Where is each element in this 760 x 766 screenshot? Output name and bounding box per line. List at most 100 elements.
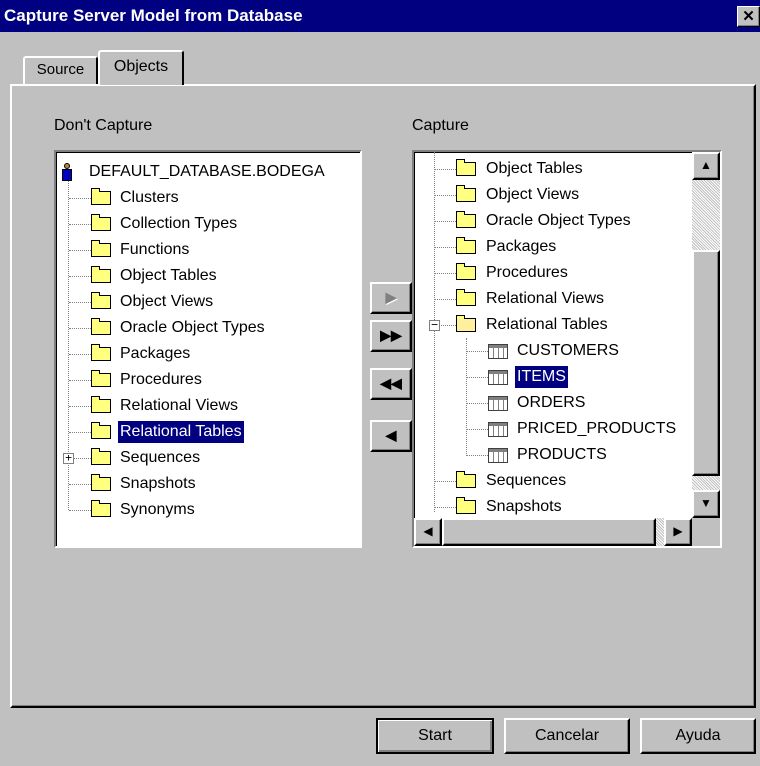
tree-line [434, 195, 456, 196]
left-tree-item-label: Object Views [120, 293, 214, 310]
folder-icon [91, 370, 111, 387]
left-tree-item-label: Collection Types [120, 215, 238, 232]
tab-objects[interactable]: Objects [98, 50, 184, 85]
right-tree-item-label: Packages [486, 238, 557, 255]
right-tree-item-label: Relational Views [486, 290, 604, 307]
capture-horizontal-scrollbar[interactable]: ◀ ▶ [414, 518, 692, 546]
tree-line [69, 484, 91, 485]
tree-line [466, 377, 488, 378]
tree-line [69, 354, 91, 355]
left-tree-item[interactable]: Functions [56, 237, 356, 263]
help-button[interactable]: Ayuda [640, 718, 756, 754]
move-right-button[interactable]: ▶ [370, 282, 412, 314]
collapse-icon[interactable]: − [429, 319, 440, 331]
table-item[interactable]: PRODUCTS [414, 442, 704, 468]
table-item[interactable]: CUSTOMERS [414, 338, 704, 364]
right-tree-item[interactable]: Oracle Object Types [414, 208, 704, 234]
right-tree-item[interactable]: Sequences [414, 468, 704, 494]
right-tree-item[interactable]: Object Tables [414, 156, 704, 182]
scroll-right-button[interactable]: ▶ [664, 518, 692, 546]
up-arrow-icon: ▲ [700, 158, 712, 172]
tree-line [466, 351, 488, 352]
move-all-right-button[interactable]: ▶▶ [370, 320, 412, 352]
cancel-button[interactable]: Cancelar [504, 718, 630, 754]
left-tree-item[interactable]: Procedures [56, 367, 356, 393]
title-bar: Capture Server Model from Database ✕ [0, 0, 760, 32]
close-button[interactable]: ✕ [737, 6, 760, 27]
right-tree-item-label: Relational Tables [486, 316, 608, 333]
folder-icon [91, 422, 111, 439]
open-folder-icon [456, 315, 476, 332]
left-tree-item[interactable]: Object Tables [56, 263, 356, 289]
capture-tree[interactable]: Object Tables Object Views Oracle Object T… [412, 150, 722, 548]
tree-line [69, 328, 91, 329]
tree-line [434, 481, 456, 482]
folder-icon [456, 185, 476, 202]
tree-line [466, 455, 488, 456]
folder-icon [456, 159, 476, 176]
tree-line [434, 221, 456, 222]
left-tree-item[interactable]: Relational Views [56, 393, 356, 419]
right-tree-item[interactable]: Packages [414, 234, 704, 260]
left-tree-item[interactable]: Object Views [56, 289, 356, 315]
table-icon [488, 448, 508, 463]
folder-icon [91, 266, 111, 283]
capture-vertical-scrollbar[interactable]: ▲ ▼ [692, 152, 720, 518]
tree-line [69, 406, 91, 407]
left-tree-item[interactable]: Synonyms [56, 497, 356, 523]
database-icon [62, 163, 72, 181]
scroll-down-button[interactable]: ▼ [692, 490, 720, 518]
table-item-label: ITEMS [515, 366, 568, 388]
left-tree-item[interactable]: Oracle Object Types [56, 315, 356, 341]
folder-icon [456, 263, 476, 280]
table-item[interactable]: PRICED_PRODUCTS [414, 416, 704, 442]
scroll-thumb[interactable] [442, 518, 656, 546]
table-item[interactable]: ITEMS [414, 364, 704, 390]
tab-source[interactable]: Source [23, 56, 98, 85]
right-tree-item-label: Object Tables [486, 160, 583, 177]
table-icon [488, 396, 508, 411]
tree-root[interactable]: DEFAULT_DATABASE.BODEGA [56, 159, 356, 185]
right-tree-item[interactable]: Procedures [414, 260, 704, 286]
folder-icon [456, 289, 476, 306]
left-tree-item[interactable]: Snapshots [56, 471, 356, 497]
left-tree-item[interactable]: Collection Types [56, 211, 356, 237]
tree-line [466, 403, 488, 404]
folder-icon [91, 344, 111, 361]
scroll-up-button[interactable]: ▲ [692, 152, 720, 180]
move-all-left-button[interactable]: ◀◀ [370, 368, 412, 400]
dont-capture-tree[interactable]: DEFAULT_DATABASE.BODEGA Clusters Collecti… [54, 150, 362, 548]
left-tree-item-label: Clusters [120, 189, 179, 206]
tree-line [466, 429, 488, 430]
scroll-left-button[interactable]: ◀ [414, 518, 442, 546]
move-left-button[interactable]: ◀ [370, 420, 412, 452]
right-tree-item[interactable]: − Relational Tables [414, 312, 704, 338]
expand-icon[interactable]: + [63, 452, 74, 464]
table-item-label: ORDERS [517, 394, 586, 411]
capture-label: Capture [412, 117, 469, 134]
table-icon [488, 370, 508, 385]
folder-icon [91, 240, 111, 257]
right-tree-item[interactable]: Snapshots [414, 494, 704, 520]
left-tree-item-label: Snapshots [120, 475, 196, 492]
right-tree-item-label: Snapshots [486, 498, 562, 515]
tree-line [69, 276, 91, 277]
right-tree-item[interactable]: Relational Views [414, 286, 704, 312]
tree-line [69, 250, 91, 251]
left-tree-item[interactable]: Clusters [56, 185, 356, 211]
left-tree-item[interactable]: Relational Tables [56, 419, 356, 445]
folder-icon [91, 318, 111, 335]
tree-line [69, 432, 91, 433]
left-tree-item-label: Relational Tables [118, 421, 244, 443]
folder-icon [456, 237, 476, 254]
left-tree-item-label: Object Tables [120, 267, 217, 284]
scroll-thumb[interactable] [692, 250, 720, 476]
right-tree-item-label: Object Views [486, 186, 580, 203]
left-tree-item-label: Procedures [120, 371, 202, 388]
right-tree-item[interactable]: Object Views [414, 182, 704, 208]
left-tree-item[interactable]: + Sequences [56, 445, 356, 471]
start-button[interactable]: Start [376, 718, 494, 754]
left-tree-item[interactable]: Packages [56, 341, 356, 367]
table-item[interactable]: ORDERS [414, 390, 704, 416]
close-icon: ✕ [742, 8, 755, 25]
